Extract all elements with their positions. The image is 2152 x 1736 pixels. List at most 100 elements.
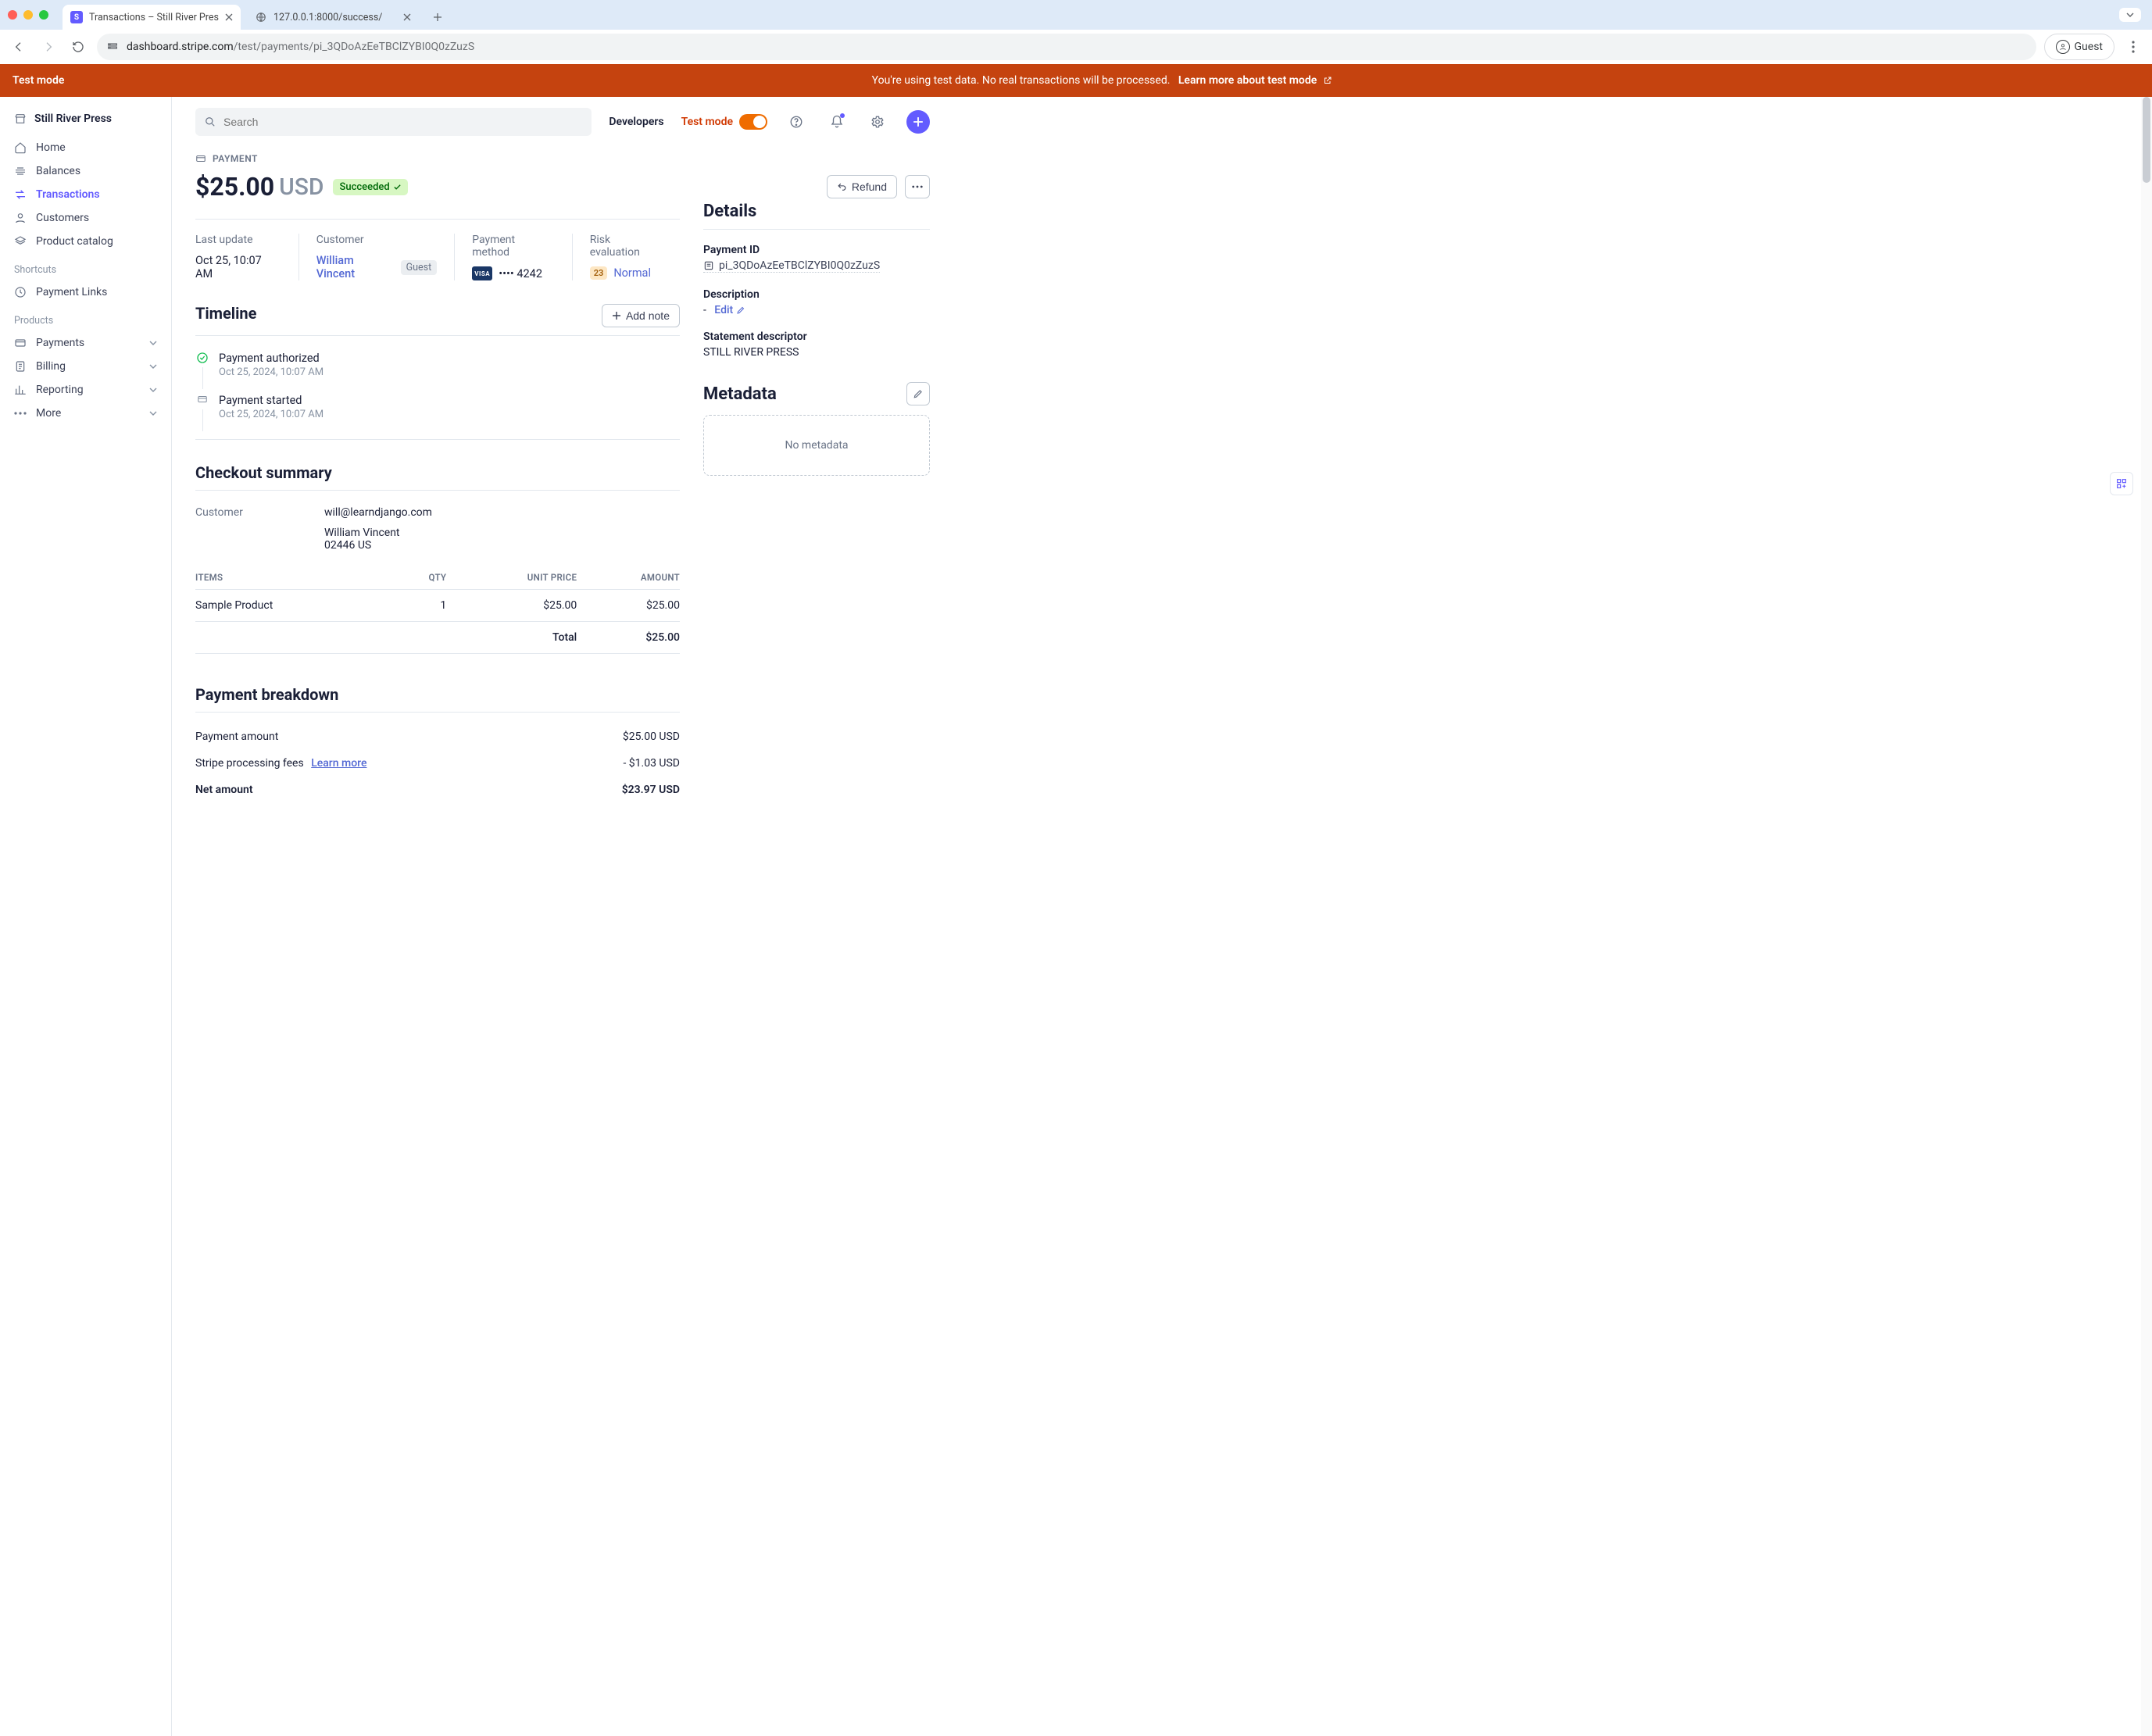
nav-payments[interactable]: Payments xyxy=(0,331,171,355)
reporting-icon xyxy=(14,384,27,396)
metadata-empty: No metadata xyxy=(703,415,930,476)
site-info-icon[interactable] xyxy=(106,41,119,53)
notifications-button[interactable] xyxy=(825,110,849,134)
checkout-title: Checkout summary xyxy=(195,463,680,482)
browser-chrome: S Transactions – Still River Pres 127.0.… xyxy=(0,0,2152,64)
back-button[interactable] xyxy=(8,36,30,58)
transactions-icon xyxy=(14,188,27,201)
breakdown-row: Payment amount $25.00 USD xyxy=(195,723,680,750)
nav-payment-links[interactable]: Payment Links xyxy=(0,280,171,304)
payment-id-label: Payment ID xyxy=(703,244,930,256)
col-unit: UNIT PRICE xyxy=(446,566,577,590)
create-button[interactable] xyxy=(906,110,930,134)
add-note-button[interactable]: Add note xyxy=(602,304,680,327)
risk-label[interactable]: Normal xyxy=(613,266,651,280)
clock-icon xyxy=(14,286,27,298)
breadcrumb: PAYMENT xyxy=(195,153,930,164)
tab-strip: S Transactions – Still River Pres 127.0.… xyxy=(0,0,2152,30)
status-badge: Succeeded xyxy=(333,179,407,195)
guest-chip: Guest xyxy=(401,260,438,275)
kv-value: Oct 25, 10:07 AM xyxy=(195,254,281,280)
help-button[interactable] xyxy=(785,110,808,134)
timeline-title: Timeline xyxy=(195,304,256,323)
scrollbar[interactable] xyxy=(2141,97,2152,1736)
timeline-event-title: Payment authorized xyxy=(219,352,324,365)
window-close[interactable] xyxy=(8,10,17,20)
more-actions-button[interactable] xyxy=(905,175,930,198)
browser-tab-1[interactable]: S Transactions – Still River Pres xyxy=(63,5,241,30)
close-icon[interactable] xyxy=(225,13,233,21)
timeline-event-time: Oct 25, 2024, 10:07 AM xyxy=(219,409,324,420)
metadata-title: Metadata xyxy=(703,384,777,404)
settings-button[interactable] xyxy=(866,110,889,134)
test-mode-toggle[interactable]: Test mode xyxy=(681,114,767,130)
edit-description-link[interactable]: Edit xyxy=(714,304,745,316)
test-mode-label: Test mode xyxy=(681,116,733,128)
org-name: Still River Press xyxy=(34,113,112,125)
products-label: Products xyxy=(0,304,171,331)
avatar-icon xyxy=(2056,40,2070,54)
col-items: ITEMS xyxy=(195,566,399,590)
address-bar[interactable]: dashboard.stripe.com/test/payments/pi_3Q… xyxy=(97,34,2036,60)
app-topbar: Developers Test mode xyxy=(172,97,953,147)
nav-balances[interactable]: Balances xyxy=(0,159,171,183)
table-row: Sample Product 1 $25.00 $25.00 xyxy=(195,590,680,622)
nav-reporting[interactable]: Reporting xyxy=(0,378,171,402)
url-text: dashboard.stripe.com/test/payments/pi_3Q… xyxy=(127,41,474,53)
kv-label: Risk evaluation xyxy=(590,234,663,259)
profile-label: Guest xyxy=(2075,41,2103,53)
profile-button[interactable]: Guest xyxy=(2044,34,2114,60)
descriptor-value: STILL RIVER PRESS xyxy=(703,346,930,359)
payment-amount: $25.00 xyxy=(195,172,274,202)
new-tab-button[interactable] xyxy=(427,6,449,28)
fees-learn-more-link[interactable]: Learn more xyxy=(311,757,366,770)
more-icon xyxy=(14,412,27,415)
browser-tab-2[interactable]: 127.0.0.1:8000/success/ xyxy=(247,5,419,30)
window-maximize[interactable] xyxy=(39,10,48,20)
refund-button[interactable]: Refund xyxy=(827,175,897,198)
toggle-icon xyxy=(739,114,767,130)
edit-metadata-button[interactable] xyxy=(906,382,930,405)
timeline-event-time: Oct 25, 2024, 10:07 AM xyxy=(219,366,324,378)
reload-button[interactable] xyxy=(67,36,89,58)
nav-customers[interactable]: Customers xyxy=(0,206,171,230)
inspector-widget[interactable] xyxy=(2110,472,2133,495)
window-controls xyxy=(8,0,48,30)
store-icon xyxy=(14,113,27,125)
items-table: ITEMS QTY UNIT PRICE AMOUNT Sample Produ… xyxy=(195,566,680,654)
org-switcher[interactable]: Still River Press xyxy=(0,108,171,136)
forward-button[interactable] xyxy=(38,36,59,58)
close-icon[interactable] xyxy=(403,13,411,21)
developers-link[interactable]: Developers xyxy=(609,116,663,128)
browser-menu[interactable] xyxy=(2122,36,2144,58)
timeline-item: Payment started Oct 25, 2024, 10:07 AM xyxy=(195,389,680,431)
sidebar: Still River Press Home Balances Transact… xyxy=(0,97,172,1736)
banner-message: You're using test data. No real transact… xyxy=(872,74,1171,87)
main: Developers Test mode PAYMENT $25.00 USD xyxy=(172,97,953,1736)
description-label: Description xyxy=(703,288,930,301)
nav-home[interactable]: Home xyxy=(0,136,171,159)
home-icon xyxy=(14,141,27,154)
chevron-down-icon xyxy=(149,388,157,392)
nav-billing[interactable]: Billing xyxy=(0,355,171,378)
customer-link[interactable]: William Vincent xyxy=(316,254,395,280)
scrollbar-thumb[interactable] xyxy=(2143,97,2150,183)
billing-icon xyxy=(14,360,27,373)
visa-badge: VISA xyxy=(472,266,492,280)
payment-currency: USD xyxy=(279,173,324,201)
payment-icon xyxy=(195,153,206,164)
payment-id[interactable]: pi_3QDoAzEeTBClZYBI0Q0zZuzS xyxy=(703,259,880,273)
nav-product-catalog[interactable]: Product catalog xyxy=(0,230,171,253)
nav-more[interactable]: More xyxy=(0,402,171,425)
search-input[interactable] xyxy=(195,108,592,136)
tab-overflow-button[interactable] xyxy=(2119,8,2141,22)
banner-learn-more-link[interactable]: Learn more about test mode xyxy=(1178,74,1332,87)
col-qty: QTY xyxy=(399,566,446,590)
notification-dot xyxy=(840,113,845,118)
total-row: Total $25.00 xyxy=(195,622,680,654)
window-minimize[interactable] xyxy=(23,10,33,20)
app: Still River Press Home Balances Transact… xyxy=(0,97,2152,1736)
cs-customer-name: William Vincent xyxy=(324,527,680,539)
nav-transactions[interactable]: Transactions xyxy=(0,183,171,206)
kv-label: Customer xyxy=(316,234,437,246)
